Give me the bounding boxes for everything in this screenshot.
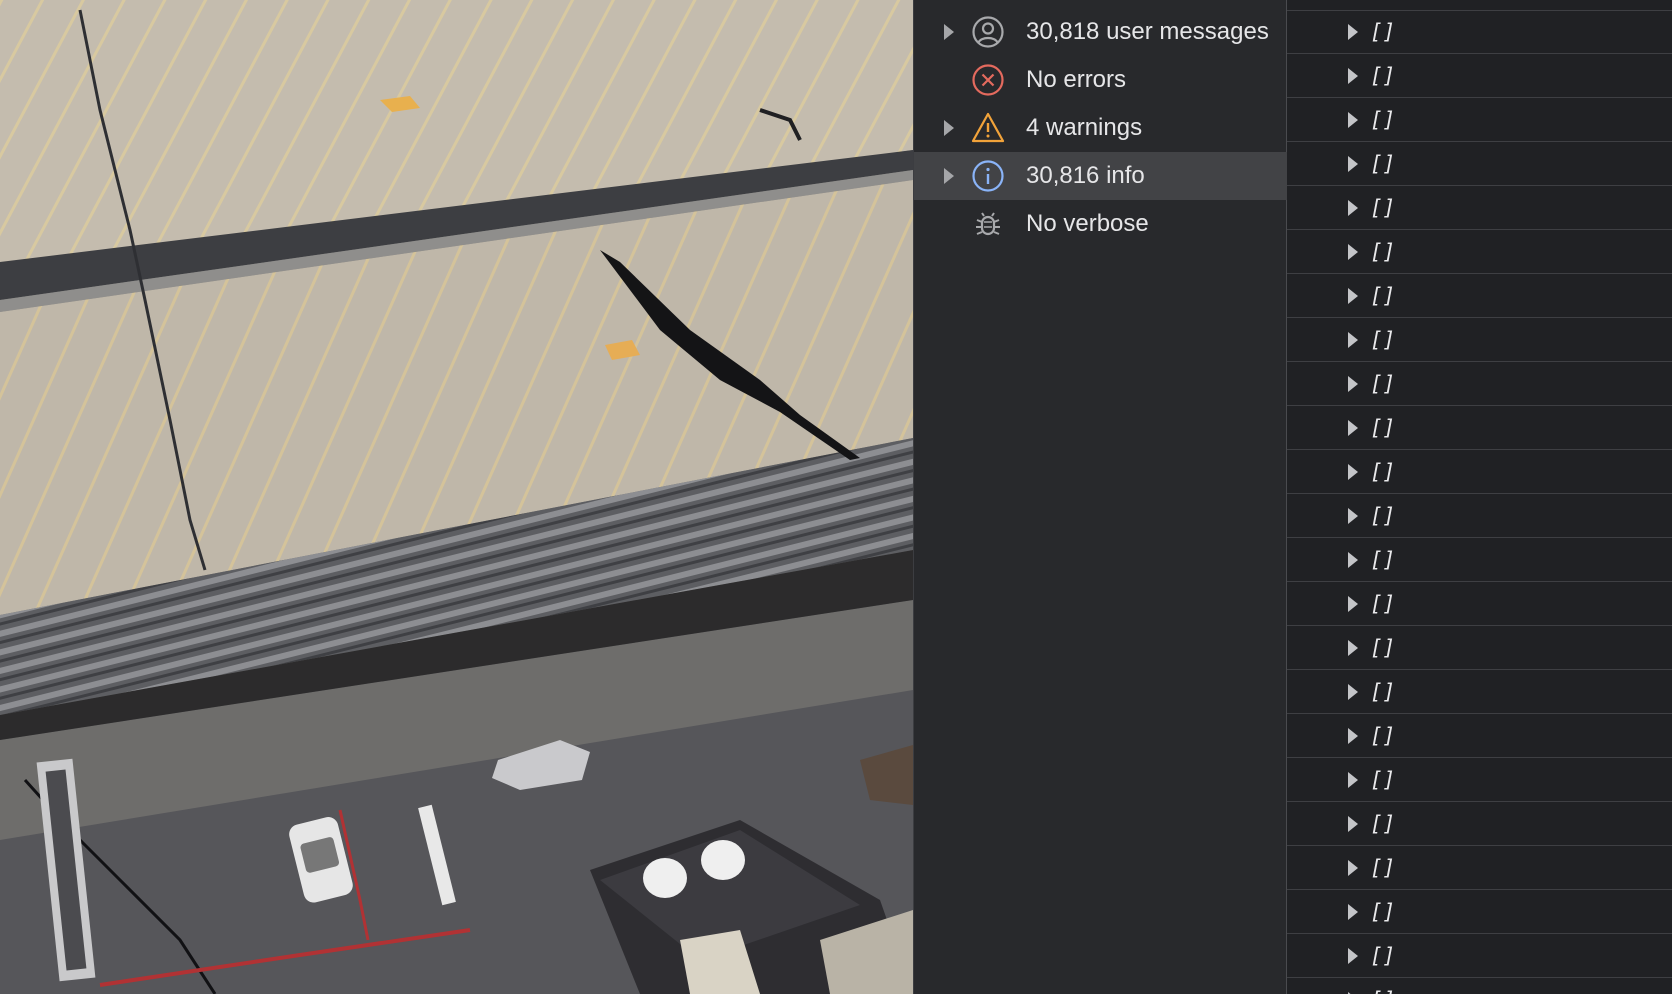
log-row-text: [] bbox=[1370, 812, 1396, 836]
log-row[interactable]: [] bbox=[1287, 187, 1672, 230]
user-circle-icon bbox=[971, 15, 1005, 49]
log-row[interactable]: [] bbox=[1287, 11, 1672, 54]
log-row-text: [] bbox=[1370, 0, 1395, 11]
warning-triangle-icon bbox=[971, 111, 1005, 145]
error-circle-icon bbox=[971, 63, 1005, 97]
expand-arrow-icon[interactable] bbox=[944, 120, 954, 136]
log-row[interactable]: [] bbox=[1287, 803, 1672, 846]
expand-arrow-icon[interactable] bbox=[1348, 948, 1358, 964]
log-row[interactable]: [] bbox=[1287, 759, 1672, 802]
filter-label: 30,816 info bbox=[1026, 162, 1145, 189]
filter-user-messages[interactable]: 30,818 user messages bbox=[914, 8, 1288, 56]
log-row[interactable]: [] bbox=[1287, 847, 1672, 890]
expand-arrow-icon[interactable] bbox=[1348, 112, 1358, 128]
log-row-text: [] bbox=[1370, 64, 1396, 88]
filter-label: 4 warnings bbox=[1026, 114, 1143, 141]
expand-arrow-icon[interactable] bbox=[1348, 24, 1358, 40]
expand-arrow-icon[interactable] bbox=[1348, 332, 1358, 348]
log-row[interactable]: [] bbox=[1287, 539, 1672, 582]
log-row-text: [] bbox=[1370, 944, 1396, 968]
expand-arrow-icon[interactable] bbox=[1348, 376, 1358, 392]
log-row[interactable]: [] bbox=[1287, 627, 1672, 670]
log-row[interactable]: [] bbox=[1287, 583, 1672, 626]
expand-arrow-icon[interactable] bbox=[1348, 816, 1358, 832]
log-row-text: [] bbox=[1370, 504, 1396, 528]
log-row[interactable]: [] bbox=[1287, 319, 1672, 362]
expand-arrow-icon[interactable] bbox=[1348, 156, 1358, 172]
log-row-text: [] bbox=[1370, 460, 1396, 484]
filter-label: 30,818 user messages bbox=[1026, 18, 1269, 45]
log-row-text: [] bbox=[1370, 196, 1396, 220]
log-row-text: [] bbox=[1370, 680, 1396, 704]
expand-arrow-icon[interactable] bbox=[1348, 772, 1358, 788]
log-row-text: [] bbox=[1370, 240, 1396, 264]
log-row[interactable]: [] bbox=[1287, 0, 1672, 11]
log-row[interactable]: [] bbox=[1287, 99, 1672, 142]
map-3d-viewport[interactable] bbox=[0, 0, 913, 994]
log-row-text: [] bbox=[1370, 979, 1395, 994]
filter-label: No verbose bbox=[1026, 210, 1149, 237]
app-window: 30,818 user messages No errors 4 warning bbox=[0, 0, 1672, 994]
log-row[interactable]: [] bbox=[1287, 143, 1672, 186]
log-row[interactable]: [] bbox=[1287, 979, 1672, 994]
expand-arrow-icon[interactable] bbox=[1348, 596, 1358, 612]
expand-arrow-icon[interactable] bbox=[1348, 464, 1358, 480]
log-row[interactable]: [] bbox=[1287, 935, 1672, 978]
filter-errors[interactable]: No errors bbox=[914, 56, 1288, 104]
log-row[interactable]: [] bbox=[1287, 55, 1672, 98]
log-row-text: [] bbox=[1370, 284, 1396, 308]
expand-arrow-icon[interactable] bbox=[1348, 244, 1358, 260]
console-sidebar: 30,818 user messages No errors 4 warning bbox=[913, 0, 1288, 994]
aerial-imagery bbox=[0, 0, 913, 994]
log-row-text: [] bbox=[1370, 328, 1396, 352]
log-row-text: [] bbox=[1370, 548, 1396, 572]
expand-arrow-icon[interactable] bbox=[1348, 420, 1358, 436]
log-row-text: [] bbox=[1370, 152, 1396, 176]
log-row-text: [] bbox=[1370, 108, 1396, 132]
log-row-text: [] bbox=[1370, 768, 1396, 792]
expand-arrow-icon[interactable] bbox=[1348, 200, 1358, 216]
expand-arrow-icon[interactable] bbox=[1348, 684, 1358, 700]
log-row-text: [] bbox=[1370, 592, 1396, 616]
info-circle-icon bbox=[971, 159, 1005, 193]
expand-arrow-icon[interactable] bbox=[944, 24, 954, 40]
log-row-text: [] bbox=[1370, 900, 1396, 924]
log-row[interactable]: [] bbox=[1287, 495, 1672, 538]
expand-arrow-icon[interactable] bbox=[1348, 508, 1358, 524]
filter-verbose[interactable]: No verbose bbox=[914, 200, 1288, 248]
log-row[interactable]: [] bbox=[1287, 407, 1672, 450]
filter-warnings[interactable]: 4 warnings bbox=[914, 104, 1288, 152]
log-row[interactable]: [] bbox=[1287, 231, 1672, 274]
expand-arrow-icon[interactable] bbox=[1348, 860, 1358, 876]
log-row[interactable]: [] bbox=[1287, 275, 1672, 318]
log-row[interactable]: [] bbox=[1287, 891, 1672, 934]
log-row[interactable]: [] bbox=[1287, 363, 1672, 406]
expand-arrow-icon[interactable] bbox=[1348, 552, 1358, 568]
log-row[interactable]: [] bbox=[1287, 715, 1672, 758]
expand-arrow-icon[interactable] bbox=[944, 168, 954, 184]
log-row-text: [] bbox=[1370, 372, 1396, 396]
filter-label: No errors bbox=[1026, 66, 1127, 93]
expand-arrow-icon[interactable] bbox=[1348, 728, 1358, 744]
console-messages[interactable]: [] [] [] [] [] [] [] [] [] [] [] [] [] [… bbox=[1287, 0, 1672, 994]
expand-arrow-icon[interactable] bbox=[1348, 288, 1358, 304]
filter-info[interactable]: 30,816 info bbox=[914, 152, 1288, 200]
log-row[interactable]: [] bbox=[1287, 671, 1672, 714]
log-row-text: [] bbox=[1370, 416, 1396, 440]
log-row-text: [] bbox=[1370, 20, 1396, 44]
log-row-text: [] bbox=[1370, 636, 1396, 660]
log-row-text: [] bbox=[1370, 724, 1396, 748]
log-row[interactable]: [] bbox=[1287, 451, 1672, 494]
expand-arrow-icon[interactable] bbox=[1348, 68, 1358, 84]
log-row-text: [] bbox=[1370, 856, 1396, 880]
expand-arrow-icon[interactable] bbox=[1348, 640, 1358, 656]
bug-icon bbox=[971, 207, 1005, 241]
expand-arrow-icon[interactable] bbox=[1348, 904, 1358, 920]
